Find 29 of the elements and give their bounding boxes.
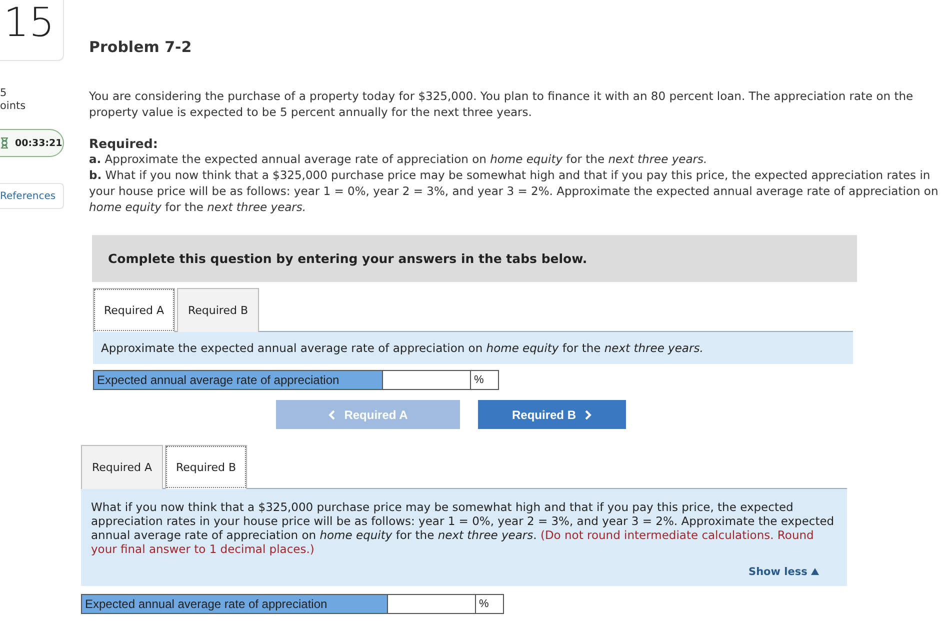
points-label: oints bbox=[0, 100, 26, 113]
required-heading: Required: bbox=[89, 136, 159, 151]
unit-label: % bbox=[471, 370, 499, 390]
tab[interactable]: Required B bbox=[164, 445, 247, 489]
question-text: What if you now think that a $325,000 purchase price may be somewhat high and that if you pay this price, the expected appreciation rates in your house price will be as follows: year 1 = 0%, year 2 = 3%, and year 3 = 2%. Approximate the expected annual average rate of appreciation on home equity for the next three years. (Do not round intermediate calculations. Round your final answer to 1 decimal places.) bbox=[91, 500, 836, 556]
answer-input[interactable] bbox=[388, 594, 476, 614]
triangle-up-icon bbox=[811, 568, 819, 575]
answer-label: Expected annual average rate of appreciation bbox=[81, 594, 388, 614]
next-button[interactable]: Required B bbox=[478, 400, 626, 429]
unit-label: % bbox=[476, 594, 504, 614]
requirement-text: a. Approximate the expected annual average rate of appreciation on home equity for the next three years. bbox=[89, 151, 708, 167]
tab[interactable]: Required B bbox=[176, 288, 259, 332]
tab[interactable]: Required A bbox=[93, 288, 175, 332]
tab[interactable]: Required A bbox=[81, 445, 163, 489]
answer-input[interactable] bbox=[383, 370, 471, 390]
question-text: Approximate the expected annual average rate of appreciation on home equity for the next three years. bbox=[101, 341, 704, 355]
references-button[interactable]: References bbox=[0, 183, 64, 209]
timer: 00:33:21 bbox=[0, 129, 64, 157]
problem-intro: You are considering the purchase of a property today for $325,000. You plan to finance it with an 80 percent loan. The appreciation rate on the property value is expected to be 5 percent annually for the next three years. bbox=[89, 88, 914, 120]
chevron-right-icon bbox=[584, 410, 592, 420]
show-less-link[interactable]: Show less bbox=[91, 566, 819, 578]
chevron-left-icon bbox=[328, 410, 336, 420]
problem-title: Problem 7-2 bbox=[89, 38, 193, 56]
question-number: 15 bbox=[0, 0, 64, 61]
answer-label: Expected annual average rate of appreciation bbox=[93, 370, 383, 390]
points-value: 5 bbox=[0, 87, 8, 100]
hourglass-icon bbox=[0, 137, 9, 149]
requirement-text: b. What if you now think that a $325,000 purchase price may be somewhat high and that if you pay this price, the expected appreciation rates in your house price will be as follows: year 1 = 0%, year 2 = 3%, and year 3 = 2%. Approximate the expected annual average rate of appreciation on home equity for the next three years. bbox=[89, 167, 940, 215]
instruction-banner: Complete this question by entering your answers in the tabs below. bbox=[92, 235, 857, 282]
